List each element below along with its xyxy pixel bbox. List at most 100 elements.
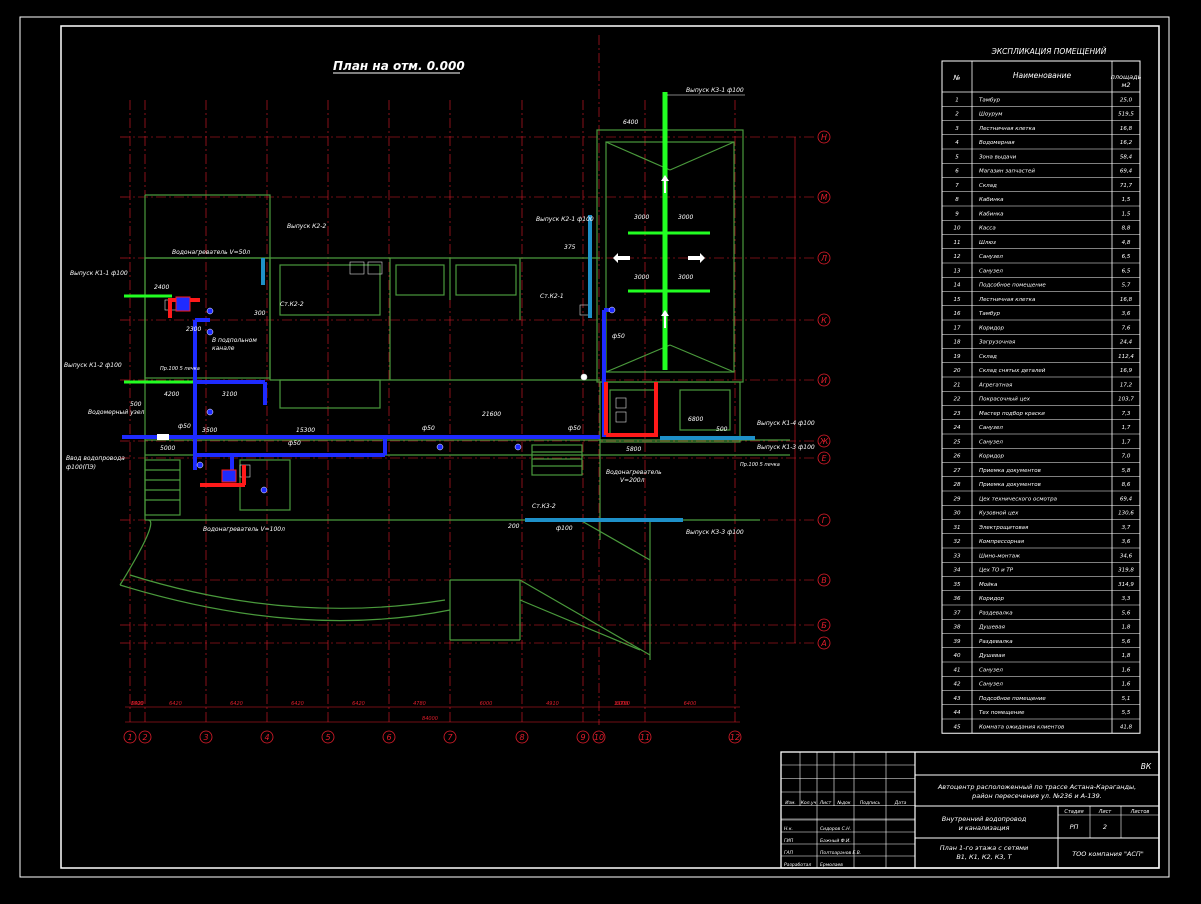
stamp-signer-name: Полтоаранов Е.В. bbox=[820, 850, 861, 856]
cad-drawing-canvas[interactable]: 1 2 3 4 5 6 7 8 9 10 11 12НМЛКИЖЕГВБА6420 6420 6420 64… bbox=[0, 0, 1201, 904]
stamp-section-line1: Внутренний водопровод bbox=[942, 815, 1027, 823]
stamp-signer-role: Разработал bbox=[784, 862, 811, 868]
dim-6400: 6400 bbox=[623, 119, 638, 126]
explication-cell-name: Склад bbox=[979, 183, 997, 189]
explication-cell-name: Шлюз bbox=[979, 240, 996, 246]
explication-cell-name: Тамбур bbox=[979, 311, 1001, 317]
dim-3100: 3100 bbox=[222, 391, 237, 398]
explication-cell-no: 42 bbox=[954, 682, 961, 688]
axis-label-col: 7 bbox=[447, 733, 453, 742]
explication-cell-name: Шино-монтаж bbox=[979, 553, 1020, 559]
explication-cell-area: 25,0 bbox=[1120, 97, 1133, 103]
explication-cell-no: 45 bbox=[954, 724, 961, 730]
explication-cell-name: Электрощитовая bbox=[978, 525, 1029, 531]
explication-cell-no: 9 bbox=[955, 211, 959, 217]
explication-cell-name: Кабинка bbox=[979, 197, 1004, 203]
dim-chain-value: 6420 bbox=[291, 701, 304, 707]
explication-cell-no: 25 bbox=[954, 439, 961, 445]
explication-cell-name: Цех технического осмотра bbox=[979, 496, 1058, 502]
dim-chain-value: 6400 bbox=[684, 701, 697, 707]
explication-cell-name: Склад bbox=[979, 354, 997, 360]
explication-cell-area: 16,9 bbox=[1120, 368, 1133, 374]
explication-cell-area: 7,3 bbox=[1122, 411, 1131, 417]
label-vodonagrevatel-100: Водонагреватель V=100л bbox=[203, 526, 285, 533]
label-vypusk-k1-1: Выпуск К1-1 ф100 bbox=[70, 270, 128, 277]
explication-cell-no: 41 bbox=[954, 667, 961, 673]
label-pr-pechka-1: Пр.100 5 печка bbox=[160, 366, 200, 372]
label-vypusk-k3-1: Выпуск К3-1 ф100 bbox=[686, 87, 744, 94]
explication-cell-no: 27 bbox=[954, 468, 961, 474]
explication-cell-name: Санузел bbox=[979, 425, 1003, 431]
axis-label-col: 5 bbox=[325, 733, 330, 742]
explication-cell-no: 22 bbox=[954, 397, 961, 403]
explication-cell-area: 1,7 bbox=[1122, 439, 1131, 445]
label-vypusk-k1-3: Выпуск К1-3 ф100 bbox=[757, 444, 815, 451]
water-heater-50 bbox=[175, 296, 191, 312]
stamp-sheet-title-line1: План 1-го этажа с сетями bbox=[940, 844, 1029, 852]
label-v-podpolnom-2: канале bbox=[212, 345, 235, 352]
explication-cell-area: 1,8 bbox=[1122, 653, 1131, 659]
axis-label-row: И bbox=[821, 376, 827, 385]
axis-label-row: Г bbox=[822, 516, 827, 525]
stamp-signer-role: Н.к. bbox=[784, 826, 793, 832]
dim-375: 375 bbox=[564, 244, 576, 251]
label-vodonagrevatel-200: Водонагреватель bbox=[606, 469, 662, 476]
explication-cell-no: 30 bbox=[954, 511, 961, 517]
label-vypusk-k2-2: Выпуск К2-2 bbox=[287, 223, 326, 230]
explication-cell-area: 7,0 bbox=[1122, 454, 1131, 460]
explication-cell-name: Лестничная клетка bbox=[978, 126, 1036, 132]
explication-cell-name: Приемка документов bbox=[979, 468, 1041, 474]
explication-cell-name: Тех помещение bbox=[979, 710, 1025, 716]
axis-label-row: В bbox=[821, 576, 827, 585]
stamp-col-header: Кол.уч bbox=[801, 800, 817, 806]
dim-3000-d: 3000 bbox=[678, 274, 693, 281]
axis-label-col: 2 bbox=[142, 733, 147, 742]
axis-label-col: 4 bbox=[264, 733, 269, 742]
explication-cell-area: 5,5 bbox=[1122, 710, 1131, 716]
stamp-col-header: Лист bbox=[819, 800, 832, 806]
explication-cell-area: 71,7 bbox=[1120, 183, 1133, 189]
explication-cell-area: 4,8 bbox=[1122, 240, 1131, 246]
dim-500-a: 500 bbox=[716, 426, 728, 433]
explication-cell-name: Приемка документов bbox=[979, 482, 1041, 488]
inner-frame bbox=[60, 25, 1160, 869]
explication-cell-no: 29 bbox=[954, 496, 961, 502]
explication-cell-name: Лестничная клетка bbox=[978, 297, 1036, 303]
explication-cell-area: 17,2 bbox=[1120, 382, 1133, 388]
label-st-k3-2: Ст.К3-2 bbox=[532, 503, 556, 510]
explication-cell-area: 3,6 bbox=[1122, 311, 1131, 317]
stamp-col-header: №док bbox=[836, 800, 851, 806]
explication-cell-name: Компрессорная bbox=[979, 539, 1025, 545]
water-meter bbox=[157, 434, 169, 440]
explication-cell-name: Агрегатная bbox=[978, 382, 1013, 388]
explication-cell-area: 1,5 bbox=[1122, 197, 1131, 203]
dim-chain-subtotal: 13700 bbox=[614, 701, 630, 707]
axis-label-col: 11 bbox=[640, 733, 650, 742]
explication-cell-no: 40 bbox=[954, 653, 961, 659]
explication-cell-name: Санузел bbox=[979, 268, 1003, 274]
explication-cell-name: Санузел bbox=[979, 682, 1003, 688]
explication-cell-name: Кузовной цех bbox=[979, 511, 1019, 517]
explication-cell-no: 39 bbox=[954, 639, 961, 645]
explication-cell-area: 16,2 bbox=[1120, 140, 1133, 146]
explication-cell-name: Раздевалка bbox=[979, 639, 1013, 645]
explication-cell-name: Кабинка bbox=[979, 211, 1004, 217]
pipe-network bbox=[122, 92, 755, 522]
axis-label-row: Ж bbox=[819, 437, 829, 446]
axis-label-row: К bbox=[821, 316, 827, 325]
explication-cell-no: 10 bbox=[954, 226, 961, 232]
explication-cell-no: 34 bbox=[954, 568, 961, 574]
label-d50-b: ф50 bbox=[178, 423, 191, 430]
dim-5800: 5800 bbox=[626, 446, 641, 453]
explication-cell-no: 5 bbox=[955, 154, 959, 160]
explication-cell-no: 12 bbox=[954, 254, 961, 260]
explication-cell-area: 5,1 bbox=[1122, 696, 1131, 702]
explication-cell-no: 20 bbox=[954, 368, 961, 374]
explication-cell-no: 17 bbox=[954, 325, 961, 331]
explication-cell-area: 69,4 bbox=[1120, 496, 1133, 502]
dim-3500: 3500 bbox=[202, 427, 217, 434]
explication-table: ЭКСПЛИКАЦИЯ ПОМЕЩЕНИЙ № Наименование площад… bbox=[941, 47, 1142, 734]
explication-cell-area: 6,5 bbox=[1122, 268, 1131, 274]
dim-3000-a: 3000 bbox=[634, 214, 649, 221]
explication-cell-area: 34,6 bbox=[1120, 553, 1133, 559]
